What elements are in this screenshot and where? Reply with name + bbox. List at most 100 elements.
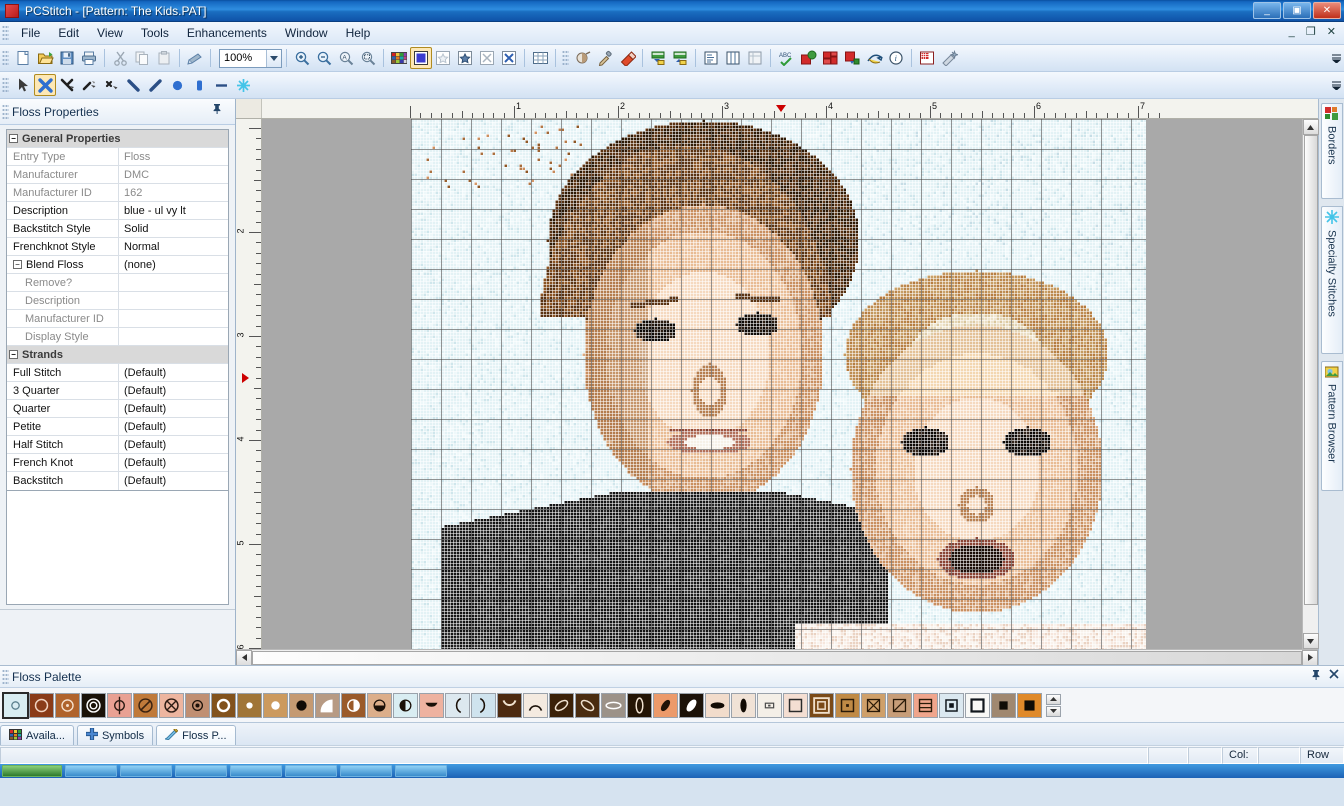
chevron-down-icon[interactable]: [266, 49, 281, 67]
full-stitch-tool[interactable]: [34, 74, 56, 96]
open-file-button[interactable]: [34, 47, 56, 69]
menu-item-help[interactable]: Help: [337, 23, 380, 43]
bottom-tab-floss-properties[interactable]: Floss P...: [156, 725, 236, 745]
scroll-left-button[interactable]: [236, 649, 252, 666]
floss-swatch[interactable]: [159, 692, 184, 718]
paste-button[interactable]: [153, 47, 175, 69]
toolbar-drag-gripper[interactable]: [2, 50, 9, 66]
spin-up-icon[interactable]: [1046, 693, 1061, 705]
scroll-thumb-horizontal[interactable]: [252, 650, 1302, 665]
slash-half-stitch-tool[interactable]: [144, 74, 166, 96]
floss-swatch[interactable]: [367, 692, 392, 718]
import-button[interactable]: [647, 47, 669, 69]
floss-swatch[interactable]: [211, 692, 236, 718]
floss-swatch[interactable]: [887, 692, 912, 718]
color-blocks-button[interactable]: [819, 47, 841, 69]
scroll-up-button[interactable]: [1302, 119, 1319, 135]
panel-drag-gripper[interactable]: [2, 103, 9, 120]
palette-scroll-spinner[interactable]: [1046, 693, 1061, 717]
new-document-button[interactable]: [12, 47, 34, 69]
mdi-restore-button[interactable]: ❐: [1306, 26, 1320, 38]
zoom-level-combobox[interactable]: 100%: [219, 48, 282, 68]
floss-swatch[interactable]: [601, 692, 626, 718]
taskbar-item[interactable]: [285, 765, 337, 777]
floss-swatch[interactable]: [705, 692, 730, 718]
menu-item-enhancements[interactable]: Enhancements: [178, 23, 276, 43]
floss-swatch[interactable]: [497, 692, 522, 718]
grid-toggle-button[interactable]: [529, 47, 551, 69]
zoom-selection-button[interactable]: [357, 47, 379, 69]
bead-tool[interactable]: [188, 74, 210, 96]
menu-item-edit[interactable]: Edit: [49, 23, 88, 43]
scroll-thumb[interactable]: [1303, 135, 1318, 605]
floss-swatch[interactable]: [55, 692, 80, 718]
view-symbols-light-button[interactable]: [432, 47, 454, 69]
floss-swatch[interactable]: [2, 691, 29, 719]
bottom-tab-symbols[interactable]: Symbols: [76, 725, 154, 745]
mdi-minimize-button[interactable]: _: [1289, 26, 1299, 38]
property-row-blend-description[interactable]: Description: [7, 292, 228, 310]
floss-swatch[interactable]: [757, 692, 782, 718]
property-group-strands[interactable]: − Strands: [7, 346, 228, 364]
floss-swatch[interactable]: [445, 692, 470, 718]
view-solid-blocks-button[interactable]: [410, 47, 432, 69]
quarter-stitch-tool[interactable]: [78, 74, 100, 96]
menu-drag-gripper[interactable]: [2, 25, 9, 41]
floss-swatch[interactable]: [861, 692, 886, 718]
design-wizard-button[interactable]: [938, 47, 960, 69]
property-row-quarter[interactable]: Quarter (Default): [7, 400, 228, 418]
cross-stitch-pattern-canvas[interactable]: [411, 119, 1146, 649]
floss-swatch[interactable]: [133, 692, 158, 718]
view-stitches-button[interactable]: [476, 47, 498, 69]
view-symbols-button[interactable]: [454, 47, 476, 69]
floss-swatch[interactable]: [731, 692, 756, 718]
tools-drag-gripper[interactable]: [2, 77, 9, 93]
floss-swatch[interactable]: [263, 692, 288, 718]
toolbar-overflow-button[interactable]: [1331, 49, 1342, 67]
taskbar-item[interactable]: [65, 765, 117, 777]
scroll-right-button[interactable]: [1302, 649, 1318, 666]
close-icon[interactable]: [1329, 669, 1339, 683]
list-view-button[interactable]: [700, 47, 722, 69]
zoom-out-button[interactable]: [313, 47, 335, 69]
palette-drag-gripper[interactable]: [2, 668, 9, 685]
three-quarter-stitch-tool[interactable]: [56, 74, 78, 96]
collapse-icon[interactable]: −: [9, 134, 18, 143]
property-group-blend-floss[interactable]: − Blend Floss (none): [7, 256, 228, 274]
floss-swatch[interactable]: [523, 692, 548, 718]
floss-swatch[interactable]: [185, 692, 210, 718]
vertical-ruler[interactable]: 2 3 4 5 6: [236, 119, 262, 649]
floss-swatch[interactable]: [341, 692, 366, 718]
floss-swatch[interactable]: [653, 692, 678, 718]
undo-history-button[interactable]: [863, 47, 885, 69]
property-row-display-style[interactable]: Display Style: [7, 328, 228, 346]
floss-swatch[interactable]: [809, 692, 834, 718]
copy-button[interactable]: [131, 47, 153, 69]
taskbar-item[interactable]: [120, 765, 172, 777]
property-row-french-knot[interactable]: French Knot (Default): [7, 454, 228, 472]
menu-item-window[interactable]: Window: [276, 23, 337, 43]
spin-down-icon[interactable]: [1046, 705, 1061, 717]
floss-swatch[interactable]: [29, 692, 54, 718]
scroll-down-button[interactable]: [1302, 633, 1319, 649]
taskbar-item[interactable]: [395, 765, 447, 777]
cut-button[interactable]: [109, 47, 131, 69]
color-fill-button[interactable]: [841, 47, 863, 69]
pattern-sheet[interactable]: [411, 119, 1146, 649]
zoom-fit-page-button[interactable]: A: [335, 47, 357, 69]
side-tab-specialty-stitches[interactable]: Specialty Stitches: [1320, 206, 1343, 354]
pin-icon[interactable]: [212, 103, 222, 117]
taskbar-item[interactable]: [340, 765, 392, 777]
horizontal-ruler[interactable]: 1 2 3 4 5 6 7: [236, 99, 1318, 119]
spell-check-button[interactable]: ABC: [775, 47, 797, 69]
print-button[interactable]: [78, 47, 100, 69]
floss-swatch[interactable]: [107, 692, 132, 718]
menu-item-tools[interactable]: Tools: [132, 23, 178, 43]
menu-item-file[interactable]: File: [12, 23, 49, 43]
floss-swatch[interactable]: [419, 692, 444, 718]
backstitch-line-tool[interactable]: [210, 74, 232, 96]
property-row-remove[interactable]: Remove?: [7, 274, 228, 292]
property-row-frenchknot-style[interactable]: Frenchknot Style Normal: [7, 238, 228, 256]
report-view-button[interactable]: [744, 47, 766, 69]
canvas-vertical-scrollbar[interactable]: [1302, 119, 1319, 649]
